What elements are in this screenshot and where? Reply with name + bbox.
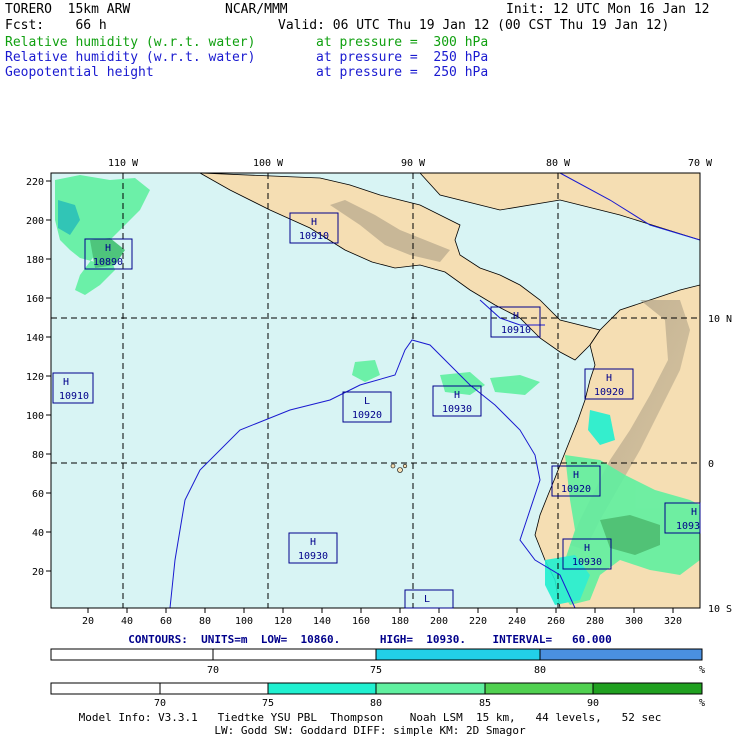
svg-text:10890: 10890: [93, 257, 123, 268]
x-tick-label: 100: [235, 616, 253, 627]
y-tick-label: 120: [26, 372, 44, 383]
x-tick-label: 260: [547, 616, 565, 627]
x-tick-label: 160: [352, 616, 370, 627]
colorbar-green: [50, 682, 703, 695]
x-tick-label: 200: [430, 616, 448, 627]
x-tick-label: 220: [469, 616, 487, 627]
svg-text:10910: 10910: [501, 325, 531, 336]
y-tick-label: 40: [32, 528, 44, 539]
svg-text:H: H: [606, 373, 612, 384]
island: [402, 463, 408, 469]
y-tick-label: 200: [26, 216, 44, 227]
model-info-line-1: Model Info: V3.3.1 Tiedtke YSU PBL Thomp…: [78, 711, 662, 724]
latitude-label: 10 S: [708, 604, 732, 615]
y-tick-label: 160: [26, 294, 44, 305]
colorbar-green-label: 75: [262, 698, 274, 709]
x-tick-label: 120: [274, 616, 292, 627]
colorbar-blue-label: 75: [370, 665, 382, 676]
longitude-label: 100 W: [253, 158, 284, 169]
x-tick-label: 240: [508, 616, 526, 627]
svg-text:L: L: [364, 396, 370, 407]
colorbar-green-label: 70: [154, 698, 166, 709]
latitude-label: 10 N: [708, 314, 732, 325]
svg-text:10930: 10930: [572, 557, 602, 568]
svg-text:H: H: [573, 470, 579, 481]
x-tick-label: 20: [82, 616, 94, 627]
svg-text:10910: 10910: [299, 231, 329, 242]
svg-text:10930: 10930: [298, 551, 328, 562]
svg-text:H: H: [691, 507, 697, 518]
weather-map: 220 200 180 160 140 120 100 80 60 40 20 …: [26, 158, 732, 709]
x-tick-label: 180: [391, 616, 409, 627]
y-tick-label: 140: [26, 333, 44, 344]
colorbar-blue-label: 80: [534, 665, 546, 676]
island: [390, 463, 396, 469]
svg-text:H: H: [513, 311, 519, 322]
svg-text:10920: 10920: [352, 410, 382, 421]
svg-text:10930: 10930: [442, 404, 472, 415]
latitude-label: 0: [708, 459, 714, 470]
longitude-label: 90 W: [401, 158, 426, 169]
x-tick-label: 140: [313, 616, 331, 627]
x-tick-label: 300: [625, 616, 643, 627]
colorbar-green-label: 85: [479, 698, 491, 709]
svg-text:1093: 1093: [676, 521, 700, 532]
x-tick-label: 40: [121, 616, 133, 627]
x-tick-label: 60: [160, 616, 172, 627]
svg-text:10910: 10910: [59, 391, 89, 402]
y-tick-label: 80: [32, 450, 44, 461]
colorbar-green-label: 90: [587, 698, 599, 709]
island: [397, 467, 403, 473]
longitude-label: 110 W: [108, 158, 139, 169]
svg-text:L: L: [424, 594, 430, 605]
contours-info: CONTOURS: UNITS=m LOW= 10860. HIGH= 1093…: [128, 633, 612, 646]
svg-text:H: H: [454, 390, 460, 401]
svg-text:10920: 10920: [594, 387, 624, 398]
svg-text:H: H: [311, 217, 317, 228]
colorbar-blue-label: %: [699, 665, 705, 676]
longitude-label: 70 W: [688, 158, 713, 169]
y-tick-label: 60: [32, 489, 44, 500]
y-tick-label: 180: [26, 255, 44, 266]
longitude-label: 80 W: [546, 158, 571, 169]
colorbar-blue-label: 70: [207, 665, 219, 676]
y-tick-label: 220: [26, 177, 44, 188]
svg-text:H: H: [584, 543, 590, 554]
colorbar-blue: [50, 648, 703, 661]
colorbar-green-label: %: [699, 698, 705, 709]
svg-text:H: H: [63, 377, 69, 388]
y-tick-label: 100: [26, 411, 44, 422]
svg-text:H: H: [310, 537, 316, 548]
x-tick-label: 280: [586, 616, 604, 627]
colorbar-green-label: 80: [370, 698, 382, 709]
svg-text:H: H: [105, 243, 111, 254]
model-info-line-2: LW: Godd SW: Goddard DIFF: simple KM: 2D…: [214, 724, 526, 737]
x-tick-label: 320: [664, 616, 682, 627]
x-tick-label: 80: [199, 616, 211, 627]
svg-text:10920: 10920: [561, 484, 591, 495]
y-tick-label: 20: [32, 567, 44, 578]
